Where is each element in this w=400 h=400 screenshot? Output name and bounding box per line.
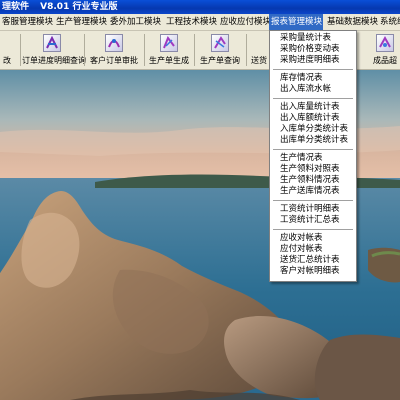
menu-item-payable-reconcile[interactable]: 应付对帐表	[280, 244, 323, 255]
menu-item-wage-detail[interactable]: 工资统计明细表	[280, 204, 340, 215]
menu-item-purchase-price[interactable]: 采购价格变动表	[280, 44, 340, 55]
menu-item-inout-ledger[interactable]: 出入库流水帐	[280, 84, 331, 95]
menu-item-customer-reconcile[interactable]: 客户对帐明细表	[280, 266, 340, 277]
order-approve-button[interactable]: 客户订单审批	[86, 31, 142, 69]
menu-item-production-delivery[interactable]: 生产送库情况表	[280, 186, 340, 197]
order-approve-label: 客户订单审批	[90, 56, 138, 65]
menu-separator	[273, 200, 353, 201]
reports-dropdown-menu: 采购量统计表 采购价格变动表 采购进度明细表 库存情况表 出入库流水帐 出入库量…	[269, 30, 357, 282]
menu-item-wage-summary[interactable]: 工资统计汇总表	[280, 215, 340, 226]
toolbar-edit-button[interactable]: 改	[0, 31, 18, 69]
production-create-button[interactable]: 生产单生成	[146, 31, 192, 69]
menu-system[interactable]: 系统维	[378, 14, 400, 30]
menu-separator	[273, 98, 353, 99]
menu-separator	[273, 149, 353, 150]
menu-reports[interactable]: 报表管理模块	[269, 14, 323, 30]
order-approve-icon	[105, 34, 123, 52]
menu-item-purchase-progress[interactable]: 采购进度明细表	[280, 55, 340, 66]
menu-separator	[273, 69, 353, 70]
menu-engineering[interactable]: 工程技术模块	[164, 14, 218, 30]
app-version: V8.01 行业专业版	[40, 2, 118, 12]
product-icon	[376, 34, 394, 52]
menu-item-inout-amount[interactable]: 出入库额统计表	[280, 113, 340, 124]
menu-receivable-payable[interactable]: 应收应付模块	[218, 14, 271, 30]
production-query-icon	[211, 34, 229, 52]
toolbar-separator	[144, 34, 145, 66]
menu-production[interactable]: 生产管理模块	[54, 14, 108, 30]
toolbar-edit-label: 改	[3, 56, 11, 65]
delivery-label: 送货	[251, 56, 267, 65]
order-progress-button[interactable]: 订单进度明细查询	[22, 31, 86, 69]
menu-base-data[interactable]: 基础数据模块	[325, 14, 378, 30]
menu-item-outbound-category[interactable]: 出库单分类统计表	[280, 135, 348, 146]
menu-item-receivable-reconcile[interactable]: 应收对帐表	[280, 233, 323, 244]
menu-bar: 客服管理模块 生产管理模块 委外加工模块 工程技术模块 应收应付模块 报表管理模…	[0, 14, 400, 31]
toolbar-separator	[246, 34, 247, 66]
window-title-bar: 理软件 V8.01 行业专业版	[0, 0, 400, 14]
menu-item-inout-quantity[interactable]: 出入库量统计表	[280, 102, 340, 113]
production-query-label: 生产单查询	[200, 56, 240, 65]
production-query-button[interactable]: 生产单查询	[196, 31, 244, 69]
menu-item-purchase-volume[interactable]: 采购量统计表	[280, 33, 331, 44]
toolbar-separator	[20, 34, 21, 66]
menu-item-inbound-category[interactable]: 入库单分类统计表	[280, 124, 348, 135]
menu-separator	[273, 229, 353, 230]
menu-item-material-status[interactable]: 生产领料情况表	[280, 175, 340, 186]
production-create-icon	[160, 34, 178, 52]
toolbar-separator	[194, 34, 195, 66]
app-title: 理软件	[2, 2, 30, 12]
order-progress-label: 订单进度明细查询	[22, 56, 86, 65]
menu-item-delivery-summary[interactable]: 送货汇总统计表	[280, 255, 340, 266]
menu-item-inventory-status[interactable]: 库存情况表	[280, 73, 323, 84]
menu-customer-service[interactable]: 客服管理模块	[0, 14, 54, 30]
production-create-label: 生产单生成	[149, 56, 189, 65]
product-button[interactable]: 成品超	[366, 31, 400, 69]
menu-item-material-compare[interactable]: 生产领料对照表	[280, 164, 340, 175]
product-label: 成品超	[373, 56, 397, 65]
menu-item-production-status[interactable]: 生产情况表	[280, 153, 323, 164]
menu-outsourcing[interactable]: 委外加工模块	[108, 14, 164, 30]
delivery-button[interactable]: 送货	[248, 31, 270, 69]
order-progress-icon	[43, 34, 61, 52]
toolbar-separator	[84, 34, 85, 66]
